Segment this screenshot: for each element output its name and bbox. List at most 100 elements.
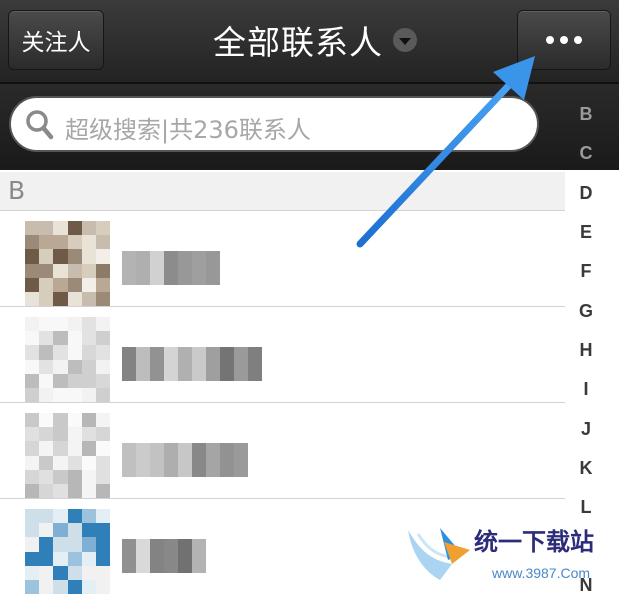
avatar-pixel xyxy=(95,483,110,498)
index-letter[interactable]: G xyxy=(566,301,606,322)
avatar-pixel xyxy=(39,427,54,442)
avatar-pixel xyxy=(39,441,54,456)
name-pixel xyxy=(178,347,192,381)
search-input[interactable]: 超级搜索|共236联系人 xyxy=(9,96,539,152)
avatar xyxy=(25,317,110,402)
avatar-pixel xyxy=(25,387,40,402)
name-pixel xyxy=(206,251,220,285)
name-pixel xyxy=(192,443,206,477)
index-letter[interactable]: E xyxy=(566,222,606,243)
avatar-pixel xyxy=(25,455,40,470)
name-pixel xyxy=(122,539,136,573)
watermark-logo: 统一下载站 www.3987.Com xyxy=(400,520,615,592)
name-pixel xyxy=(122,347,136,381)
avatar-pixel xyxy=(67,249,82,264)
avatar-pixel xyxy=(67,509,82,524)
dot-icon xyxy=(560,36,568,44)
index-letter[interactable]: J xyxy=(566,419,606,440)
avatar-pixel xyxy=(39,221,54,236)
avatar-pixel xyxy=(81,565,96,580)
list-item[interactable] xyxy=(0,403,565,499)
contact-name-blurred xyxy=(122,251,220,285)
avatar-pixel xyxy=(39,359,54,374)
avatar-pixel xyxy=(25,523,40,538)
index-letter[interactable]: C xyxy=(566,143,606,164)
avatar-pixel xyxy=(53,387,68,402)
avatar-pixel xyxy=(95,551,110,566)
avatar-pixel xyxy=(25,345,40,360)
avatar-pixel xyxy=(25,277,40,292)
index-letter[interactable]: K xyxy=(566,458,606,479)
index-letter[interactable]: B xyxy=(566,104,606,125)
name-pixel xyxy=(136,251,150,285)
index-letter[interactable]: I xyxy=(566,379,606,400)
avatar-pixel xyxy=(95,359,110,374)
avatar xyxy=(25,221,110,306)
avatar-pixel xyxy=(67,455,82,470)
name-pixel xyxy=(192,347,206,381)
avatar-pixel xyxy=(25,509,40,524)
avatar-pixel xyxy=(67,387,82,402)
avatar-pixel xyxy=(39,249,54,264)
avatar-pixel xyxy=(81,331,96,346)
avatar-pixel xyxy=(95,249,110,264)
avatar-pixel xyxy=(39,263,54,278)
avatar-pixel xyxy=(39,483,54,498)
avatar-pixel xyxy=(67,317,82,332)
name-pixel xyxy=(150,347,164,381)
avatar-pixel xyxy=(53,345,68,360)
avatar-pixel xyxy=(53,235,68,250)
avatar-pixel xyxy=(25,221,40,236)
index-letter[interactable]: H xyxy=(566,340,606,361)
avatar-pixel xyxy=(53,373,68,388)
list-item[interactable] xyxy=(0,307,565,403)
avatar-pixel xyxy=(25,359,40,374)
avatar-pixel xyxy=(67,551,82,566)
contact-name-blurred xyxy=(122,443,248,477)
avatar-pixel xyxy=(53,523,68,538)
index-letter[interactable]: D xyxy=(566,183,606,204)
dot-icon xyxy=(574,36,582,44)
avatar-pixel xyxy=(67,359,82,374)
avatar-pixel xyxy=(53,441,68,456)
list-item[interactable] xyxy=(0,211,565,307)
avatar-pixel xyxy=(67,523,82,538)
avatar-pixel xyxy=(67,291,82,306)
avatar-pixel xyxy=(53,579,68,594)
avatar-pixel xyxy=(95,441,110,456)
more-options-button[interactable] xyxy=(517,10,611,70)
search-icon xyxy=(26,110,54,140)
index-letter[interactable]: F xyxy=(566,261,606,282)
avatar-pixel xyxy=(81,373,96,388)
avatar-pixel xyxy=(67,537,82,552)
avatar-pixel xyxy=(67,427,82,442)
avatar-pixel xyxy=(95,537,110,552)
avatar-pixel xyxy=(81,263,96,278)
avatar-pixel xyxy=(95,579,110,594)
name-pixel xyxy=(164,251,178,285)
avatar-pixel xyxy=(95,373,110,388)
top-navigation-bar: 关注人 全部联系人 xyxy=(0,0,619,84)
avatar-pixel xyxy=(25,413,40,428)
avatar-pixel xyxy=(25,469,40,484)
avatar-pixel xyxy=(95,387,110,402)
index-letter[interactable]: L xyxy=(566,497,606,518)
name-pixel xyxy=(248,347,262,381)
avatar-pixel xyxy=(25,373,40,388)
search-bar: 超级搜索|共236联系人 xyxy=(0,84,619,170)
wing-logo-icon: 统一下载站 www.3987.Com xyxy=(408,528,594,581)
name-pixel xyxy=(164,539,178,573)
avatar-pixel xyxy=(53,263,68,278)
avatar-pixel xyxy=(39,579,54,594)
avatar-pixel xyxy=(39,469,54,484)
chevron-down-icon xyxy=(393,28,417,52)
avatar-pixel xyxy=(25,565,40,580)
title-dropdown[interactable]: 全部联系人 xyxy=(180,12,450,68)
avatar-pixel xyxy=(81,291,96,306)
name-pixel xyxy=(150,443,164,477)
name-pixel xyxy=(164,443,178,477)
avatar-pixel xyxy=(95,263,110,278)
follow-button[interactable]: 关注人 xyxy=(8,10,104,70)
avatar-pixel xyxy=(25,427,40,442)
avatar-pixel xyxy=(53,469,68,484)
